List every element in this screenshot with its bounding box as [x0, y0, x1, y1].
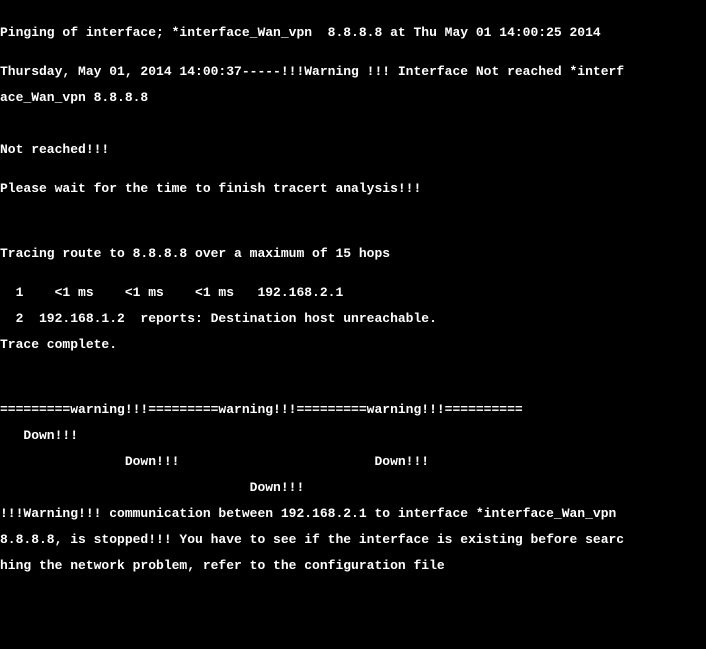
terminal-line: =========warning!!!=========warning!!!==…	[0, 403, 706, 416]
terminal-line: Trace complete.	[0, 338, 706, 351]
terminal-output: Pinging of interface; *interface_Wan_vpn…	[0, 0, 706, 649]
terminal-line: Tracing route to 8.8.8.8 over a maximum …	[0, 247, 706, 260]
terminal-line: hing the network problem, refer to the c…	[0, 559, 706, 572]
terminal-line: Not reached!!!	[0, 143, 706, 156]
terminal-line: Please wait for the time to finish trace…	[0, 182, 706, 195]
terminal-line: !!!Warning!!! communication between 192.…	[0, 507, 706, 520]
terminal-line: 2 192.168.1.2 reports: Destination host …	[0, 312, 706, 325]
terminal-line: 8.8.8.8, is stopped!!! You have to see i…	[0, 533, 706, 546]
terminal-line: Down!!!	[0, 481, 706, 494]
terminal-line: Down!!! Down!!!	[0, 455, 706, 468]
terminal-line: Thursday, May 01, 2014 14:00:37-----!!!W…	[0, 65, 706, 78]
terminal-line: Pinging of interface; *interface_Wan_vpn…	[0, 26, 706, 39]
terminal-line: Down!!!	[0, 429, 706, 442]
terminal-line: 1 <1 ms <1 ms <1 ms 192.168.2.1	[0, 286, 706, 299]
terminal-line: ace_Wan_vpn 8.8.8.8	[0, 91, 706, 104]
